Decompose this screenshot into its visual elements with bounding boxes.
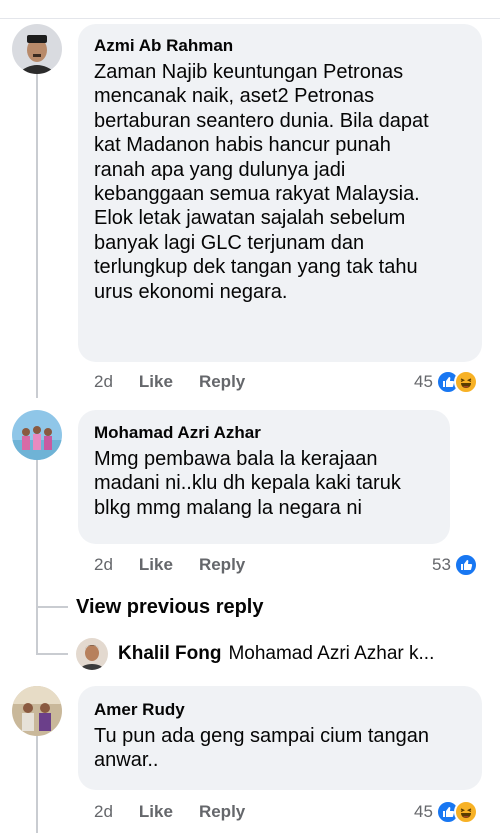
- like-button[interactable]: Like: [139, 802, 173, 822]
- comment-line: anwar..: [94, 749, 159, 772]
- comment-actions: 2d Like Reply: [94, 372, 245, 392]
- comment-line: Tu pun ada geng sampai cium tangan: [94, 725, 430, 747]
- reaction-summary[interactable]: 45: [414, 370, 478, 394]
- comment-line: Zaman Najib keuntungan Petronas: [94, 61, 404, 83]
- comment-line: kat Madanon habis hancur punah: [94, 134, 391, 157]
- comment-bubble: Mohamad Azri Azhar Mmg pembawa bala la k…: [78, 410, 450, 544]
- thread-line: [36, 606, 68, 608]
- reply-button[interactable]: Reply: [199, 372, 245, 392]
- reply-snippet: Mohamad Azri Azhar k...: [228, 643, 435, 664]
- comment-line: banyak lagi GLC terjunam dan: [94, 231, 365, 254]
- haha-reaction-icon: [453, 370, 478, 394]
- avatar[interactable]: [12, 24, 62, 74]
- thread-line: [36, 653, 68, 655]
- comment-actions: 2d Like Reply: [94, 555, 245, 575]
- reaction-count: 53: [432, 555, 451, 574]
- comment-line: kebanggaan semua rakyat Malaysia.: [94, 183, 420, 206]
- like-button[interactable]: Like: [139, 372, 173, 392]
- avatar[interactable]: [12, 410, 62, 460]
- reaction-summary[interactable]: 53: [432, 553, 478, 577]
- comment-actions: 2d Like Reply: [94, 802, 245, 822]
- comment-time[interactable]: 2d: [94, 372, 113, 392]
- reply-preview[interactable]: Khalil Fong Mohamad Azri Azhar k...: [76, 638, 486, 670]
- thread-line: [36, 72, 38, 398]
- comment-line: Mmg pembawa bala la kerajaan: [94, 448, 378, 470]
- thread-line: [36, 458, 38, 654]
- reaction-count: 45: [414, 372, 433, 391]
- comment-line: madani ni..klu dh kepala kaki taruk: [94, 472, 401, 495]
- comment-text: Mmg pembawa bala la kerajaan madani ni..…: [94, 447, 436, 520]
- comment-bubble: Azmi Ab Rahman Zaman Najib keuntungan Pe…: [78, 24, 482, 362]
- comment-author[interactable]: Amer Rudy: [94, 700, 468, 720]
- view-previous-reply-link[interactable]: View previous reply: [76, 596, 264, 619]
- comment-line: terlungkup dek tangan yang tak tahu: [94, 256, 418, 279]
- like-button[interactable]: Like: [139, 555, 173, 575]
- reply-button[interactable]: Reply: [199, 802, 245, 822]
- like-reaction-icon: [453, 553, 478, 577]
- comment-author[interactable]: Mohamad Azri Azhar: [94, 423, 436, 443]
- comment-line: urus ekonomi negara.: [94, 280, 288, 303]
- comment-line: bertaburan seantero dunia. Bila dapat: [94, 109, 429, 132]
- comment-time[interactable]: 2d: [94, 555, 113, 575]
- comment-line: blkg mmg malang la negara ni: [94, 496, 362, 519]
- avatar[interactable]: [12, 686, 62, 736]
- reaction-summary[interactable]: 45: [414, 800, 478, 824]
- reaction-count: 45: [414, 802, 433, 821]
- comment-author[interactable]: Azmi Ab Rahman: [94, 36, 468, 56]
- comment-line: Elok letak jawatan sajalah sebelum: [94, 207, 406, 230]
- comment-line: mencanak naik, aset2 Petronas: [94, 85, 375, 108]
- thread-line: [36, 736, 38, 833]
- comment-text: Zaman Najib keuntungan Petronas mencanak…: [94, 60, 468, 304]
- avatar[interactable]: [76, 638, 108, 670]
- haha-reaction-icon: [453, 800, 478, 824]
- comment-line: ranah apa yang dulunya jadi: [94, 158, 346, 181]
- reply-button[interactable]: Reply: [199, 555, 245, 575]
- reply-author[interactable]: Khalil Fong: [118, 643, 221, 665]
- comment-time[interactable]: 2d: [94, 802, 113, 822]
- comment-text: Tu pun ada geng sampai cium tangan anwar…: [94, 724, 468, 773]
- comment-bubble: Amer Rudy Tu pun ada geng sampai cium ta…: [78, 686, 482, 790]
- top-divider: [0, 18, 500, 19]
